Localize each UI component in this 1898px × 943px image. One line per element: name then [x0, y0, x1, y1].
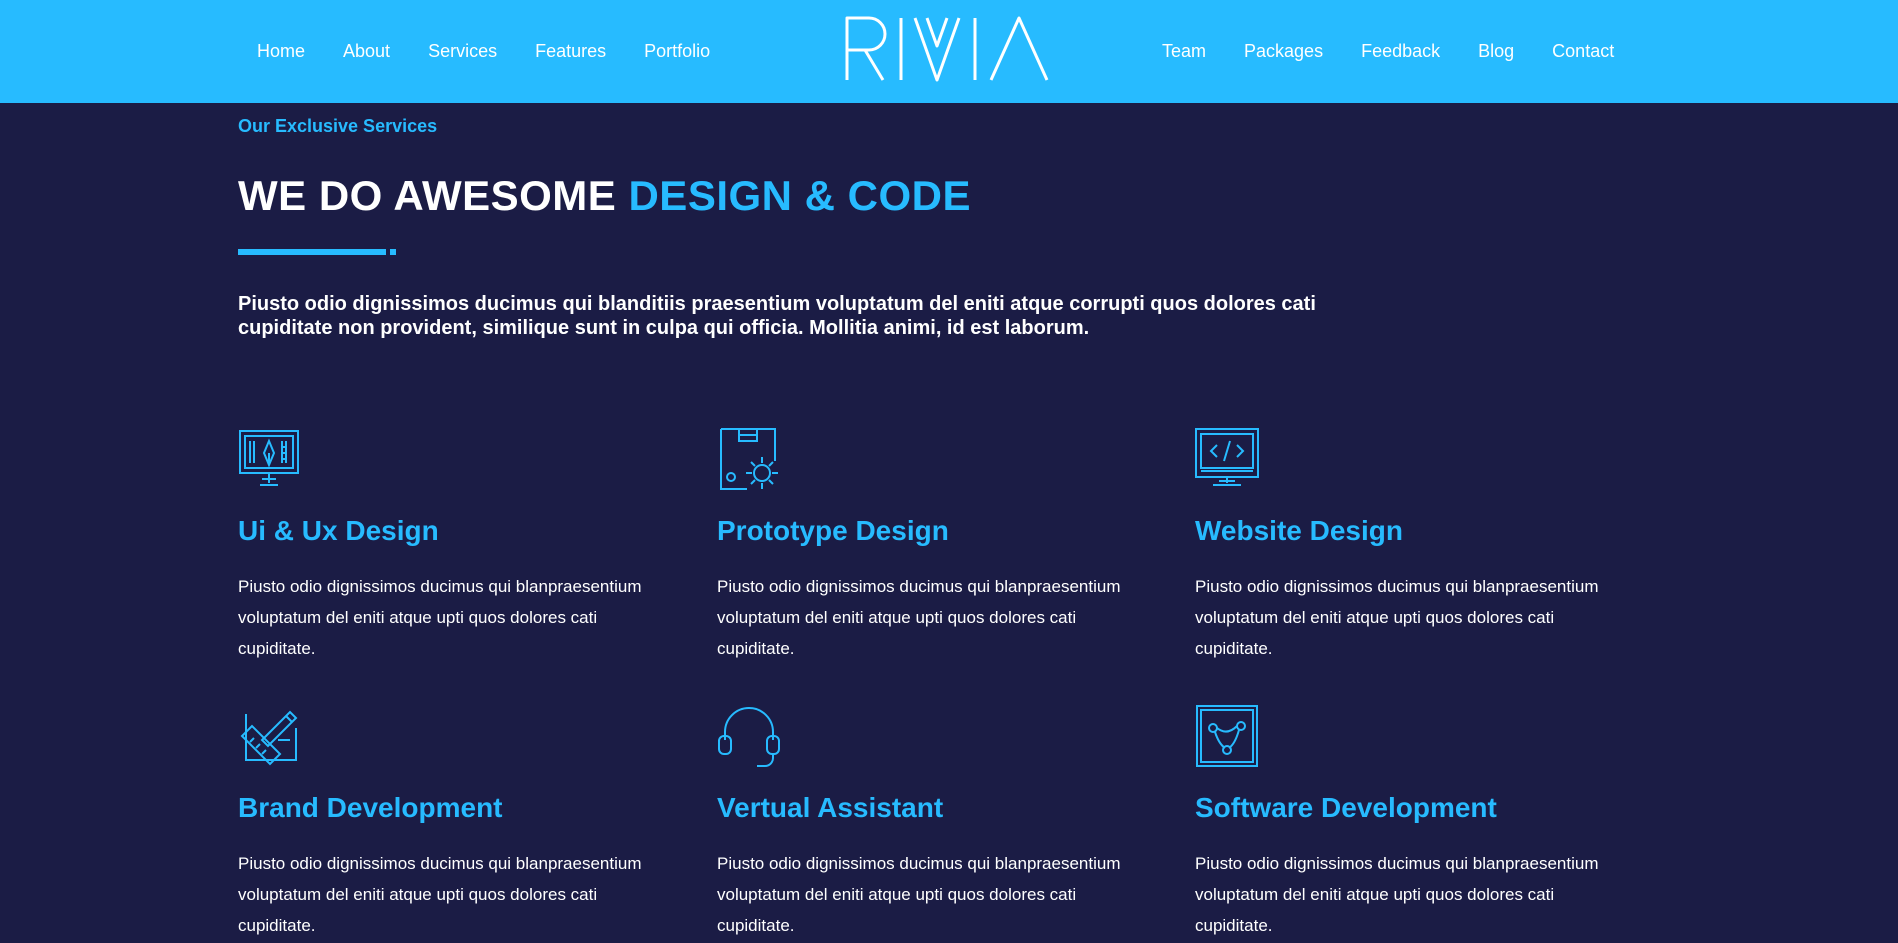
top-navbar: Home About Services Features Portfolio T… — [0, 0, 1898, 103]
nav-feedback-link[interactable]: Feedback — [1361, 41, 1440, 62]
nav-services-link[interactable]: Services — [428, 41, 497, 62]
nav-portfolio-link[interactable]: Portfolio — [644, 41, 710, 62]
service-description: Piusto odio dignissimos ducimus qui blan… — [238, 854, 642, 935]
service-title: Vertual Assistant — [717, 792, 944, 823]
service-card-ui-ux: Ui & Ux Design Piusto odio dignissimos d… — [238, 427, 688, 664]
design-monitor-icon — [238, 427, 302, 491]
section-headline: WE DO AWESOME DESIGN & CODE — [238, 172, 971, 220]
prototype-gear-icon — [717, 427, 781, 491]
service-description: Piusto odio dignissimos ducimus qui blan… — [1195, 854, 1599, 935]
brand-pen-icon — [238, 704, 302, 768]
nav-left: Home About Services Features Portfolio — [257, 0, 710, 103]
nav-features-link[interactable]: Features — [535, 41, 606, 62]
nav-about-link[interactable]: About — [343, 41, 390, 62]
headline-accent: DESIGN & CODE — [628, 172, 972, 219]
rivia-logo[interactable] — [843, 14, 1057, 84]
headset-icon — [717, 704, 781, 768]
service-title: Prototype Design — [717, 515, 949, 546]
intro-paragraph: Piusto odio dignissimos ducimus qui blan… — [238, 293, 1316, 339]
service-title: Software Development — [1195, 792, 1497, 823]
service-card-brand: Brand Development Piusto odio dignissimo… — [238, 704, 688, 941]
headline-plain: WE DO AWESOME — [238, 172, 617, 219]
nav-home-link[interactable]: Home — [257, 41, 305, 62]
service-description: Piusto odio dignissimos ducimus qui blan… — [1195, 577, 1599, 658]
service-card-prototype: Prototype Design Piusto odio dignissimos… — [717, 427, 1167, 664]
nav-right: Team Packages Feedback Blog Contact — [1162, 0, 1614, 103]
service-card-website: Website Design Piusto odio dignissimos d… — [1195, 427, 1645, 664]
nav-blog-link[interactable]: Blog — [1478, 41, 1514, 62]
service-card-software: Software Development Piusto odio digniss… — [1195, 704, 1645, 941]
nav-team-link[interactable]: Team — [1162, 41, 1206, 62]
service-description: Piusto odio dignissimos ducimus qui blan… — [717, 854, 1121, 935]
service-description: Piusto odio dignissimos ducimus qui blan… — [238, 577, 642, 658]
nav-contact-link[interactable]: Contact — [1552, 41, 1614, 62]
software-nodes-icon — [1195, 704, 1259, 768]
service-title: Brand Development — [238, 792, 503, 823]
service-description: Piusto odio dignissimos ducimus qui blan… — [717, 577, 1121, 658]
headline-underline — [238, 249, 396, 255]
service-title: Ui & Ux Design — [238, 515, 439, 546]
section-eyebrow: Our Exclusive Services — [238, 116, 438, 136]
code-monitor-icon — [1195, 427, 1259, 491]
service-title: Website Design — [1195, 515, 1403, 546]
service-card-assistant: Vertual Assistant Piusto odio dignissimo… — [717, 704, 1167, 941]
nav-packages-link[interactable]: Packages — [1244, 41, 1323, 62]
